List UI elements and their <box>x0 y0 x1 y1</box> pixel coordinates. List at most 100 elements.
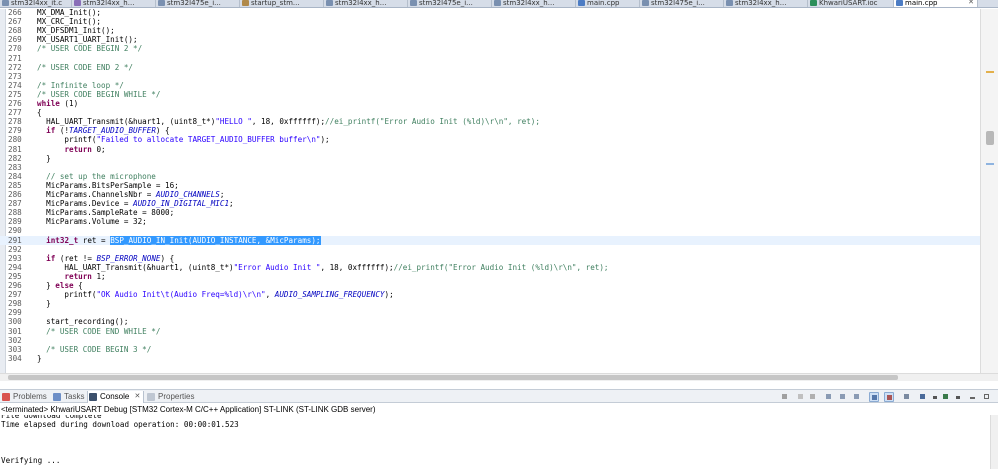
clear-console-button[interactable] <box>824 392 834 402</box>
code-text[interactable]: /* USER CODE BEGIN 3 */ <box>37 345 151 354</box>
word-wrap-button[interactable] <box>852 392 862 402</box>
tab-properties[interactable]: Properties <box>146 391 194 403</box>
code-text[interactable]: MX_DMA_Init(); <box>37 9 101 17</box>
code-line[interactable]: 298 } <box>0 299 980 308</box>
console-scrollbar[interactable] <box>990 415 998 469</box>
code-text[interactable]: /* USER CODE BEGIN 2 */ <box>37 44 142 53</box>
code-line[interactable]: 302 <box>0 336 980 345</box>
code-text[interactable]: MicParams.Volume = 32; <box>37 217 147 226</box>
show-on-stdout-button[interactable] <box>869 392 879 402</box>
code-line[interactable]: 280 printf("Failed to allocate TARGET_AU… <box>0 135 980 144</box>
code-text[interactable]: return 0; <box>37 145 105 154</box>
selected-text[interactable]: BSP_AUDIO_IN_Init(AUDIO_INSTANCE, &MicPa… <box>110 235 321 245</box>
code-line[interactable]: 275 /* USER CODE BEGIN WHILE */ <box>0 90 980 99</box>
code-text[interactable]: printf("Failed to allocate TARGET_AUDIO_… <box>37 135 329 144</box>
editor-tab[interactable]: KhwariUSART.ioc <box>808 0 894 7</box>
code-line[interactable]: 299 <box>0 308 980 317</box>
code-text[interactable]: /* Infinite loop */ <box>37 81 124 90</box>
maximize-panel-button[interactable] <box>982 392 992 402</box>
view-menu-button[interactable] <box>954 392 964 402</box>
editor-tab[interactable]: stm32l4xx_h... <box>724 0 808 7</box>
close-icon[interactable]: ✕ <box>968 0 974 6</box>
overview-occurrence-marker[interactable] <box>986 163 994 165</box>
open-console-button[interactable] <box>941 392 951 402</box>
code-line[interactable]: 285 MicParams.BitsPerSample = 16; <box>0 181 980 190</box>
code-text[interactable]: printf("OK Audio Init\t(Audio Freq=%ld)\… <box>37 290 393 299</box>
code-line[interactable]: 292 <box>0 245 980 254</box>
editor-tab[interactable]: stm32l475e_i... <box>156 0 240 7</box>
code-line[interactable]: 295 return 1; <box>0 272 980 281</box>
code-line[interactable]: 274 /* Infinite loop */ <box>0 81 980 90</box>
code-line[interactable]: 297 printf("OK Audio Init\t(Audio Freq=%… <box>0 290 980 299</box>
code-text[interactable]: } <box>37 154 51 163</box>
editor-vertical-scrollbar[interactable] <box>980 9 998 373</box>
code-text[interactable]: MX_USART1_UART_Init(); <box>37 35 138 44</box>
minimize-panel-button[interactable] <box>968 392 978 402</box>
code-text[interactable]: start_recording(); <box>37 317 128 326</box>
editor-tab[interactable]: stm32l4xx_h... <box>324 0 408 7</box>
editor-tab[interactable]: startup_stm... <box>240 0 324 7</box>
terminate-button[interactable] <box>780 392 790 402</box>
code-line[interactable]: 272 /* USER CODE END 2 */ <box>0 63 980 72</box>
code-text[interactable]: /* USER CODE END 2 */ <box>37 63 133 72</box>
code-line[interactable]: 277 { <box>0 108 980 117</box>
code-line[interactable]: 303 /* USER CODE BEGIN 3 */ <box>0 345 980 354</box>
tab-tasks[interactable]: Tasks <box>52 391 84 403</box>
code-text[interactable]: while (1) <box>37 99 78 108</box>
code-line[interactable]: 273 <box>0 72 980 81</box>
code-editor[interactable]: 266 MX_DMA_Init(); 267 MX_CRC_Init(); 268 MX_… <box>0 9 998 373</box>
code-text[interactable]: MX_DFSDM1_Init(); <box>37 26 115 35</box>
code-line[interactable]: 296 } else { <box>0 281 980 290</box>
code-line[interactable]: 294 HAL_UART_Transmit(&huart1, (uint8_t*… <box>0 263 980 272</box>
editor-horizontal-scrollbar[interactable] <box>0 373 998 381</box>
scroll-lock-button[interactable] <box>838 392 848 402</box>
code-line[interactable]: 281 return 0; <box>0 145 980 154</box>
remove-launch-button[interactable] <box>796 392 806 402</box>
code-line[interactable]: 279 if (!TARGET_AUDIO_BUFFER) { <box>0 126 980 135</box>
code-line[interactable]: 269 MX_USART1_UART_Init(); <box>0 35 980 44</box>
display-console-dropdown[interactable] <box>931 392 941 402</box>
code-line[interactable]: 300 start_recording(); <box>0 317 980 326</box>
code-line[interactable]: 267 MX_CRC_Init(); <box>0 17 980 26</box>
code-line[interactable]: 291 int32_t ret = BSP_AUDIO_IN_Init(AUDI… <box>0 235 980 245</box>
code-text[interactable]: /* USER CODE BEGIN WHILE */ <box>37 90 160 99</box>
code-text[interactable]: if (ret != BSP_ERROR_NONE) { <box>37 254 174 263</box>
code-text[interactable]: MX_CRC_Init(); <box>37 17 101 26</box>
close-icon[interactable]: ✕ <box>134 391 140 403</box>
tab-problems[interactable]: Problems <box>1 391 47 403</box>
editor-tab[interactable]: stm32l4xx_it.c <box>0 0 72 7</box>
code-line[interactable]: 287 MicParams.Device = AUDIO_IN_DIGITAL_… <box>0 199 980 208</box>
editor-tab[interactable]: stm32l475e_i... <box>408 0 492 7</box>
code-line[interactable]: 268 MX_DFSDM1_Init(); <box>0 26 980 35</box>
tab-console[interactable]: Console ✕ <box>87 391 145 403</box>
code-line[interactable]: 266 MX_DMA_Init(); <box>0 9 980 17</box>
code-line[interactable]: 271 <box>0 54 980 63</box>
pin-console-button[interactable] <box>902 392 912 402</box>
code-text[interactable]: return 1; <box>37 272 105 281</box>
code-line[interactable]: 286 MicParams.ChannelsNbr = AUDIO_CHANNE… <box>0 190 980 199</box>
code-line[interactable]: 290 <box>0 226 980 235</box>
horizontal-scroll-thumb[interactable] <box>8 375 898 380</box>
code-text[interactable]: { <box>37 108 42 117</box>
code-line[interactable]: 283 <box>0 163 980 172</box>
editor-scroll-thumb[interactable] <box>986 131 994 145</box>
code-line[interactable]: 289 MicParams.Volume = 32; <box>0 217 980 226</box>
code-text[interactable]: // set up the microphone <box>37 172 156 181</box>
code-text[interactable]: HAL_UART_Transmit(&huart1, (uint8_t*)"Er… <box>37 263 608 272</box>
remove-all-terminated-button[interactable] <box>808 392 818 402</box>
editor-tab[interactable]: stm32l475e_i... <box>640 0 724 7</box>
overview-warning-marker[interactable] <box>986 71 994 73</box>
show-on-stderr-button[interactable] <box>884 392 894 402</box>
code-text[interactable]: } else { <box>37 281 83 290</box>
code-line[interactable]: 293 if (ret != BSP_ERROR_NONE) { <box>0 254 980 263</box>
console-output[interactable]: File download complete Time elapsed durin… <box>0 415 990 469</box>
code-line[interactable]: 284 // set up the microphone <box>0 172 980 181</box>
code-line[interactable]: 288 MicParams.SampleRate = 8000; <box>0 208 980 217</box>
code-text[interactable]: HAL_UART_Transmit(&huart1, (uint8_t*)"HE… <box>37 117 540 126</box>
editor-tab[interactable]: main.cpp ✕ <box>894 0 978 7</box>
code-text[interactable]: MicParams.SampleRate = 8000; <box>37 208 174 217</box>
code-line[interactable]: 304} <box>0 354 980 363</box>
code-text[interactable]: MicParams.BitsPerSample = 16; <box>37 181 179 190</box>
code-line[interactable]: 282 } <box>0 154 980 163</box>
code-line[interactable]: 278 HAL_UART_Transmit(&huart1, (uint8_t*… <box>0 117 980 126</box>
